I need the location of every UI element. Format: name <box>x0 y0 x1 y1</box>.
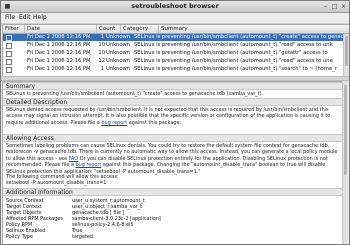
close-icon[interactable]: × <box>340 3 347 10</box>
menu-bar: File Edit Help <box>1 13 349 24</box>
detail-pane: Summary SELinux is preventing /usr/bin/s… <box>2 81 344 244</box>
table-row[interactable]: Fri Dec 1 2006 12:16 PM 10 Unknown SELin… <box>3 50 343 57</box>
allowing-access-header: Allowing Access <box>3 134 343 142</box>
column-count[interactable]: Count <box>97 25 121 33</box>
description-text-part: against this package. <box>128 119 182 126</box>
row-count: 1 <box>100 66 104 72</box>
summary-text: SELinux is preventing /usr/bin/smbclient… <box>6 91 264 97</box>
row-count: 10 <box>98 50 105 56</box>
table-row[interactable]: Fri Dec 1 2006 12:16 PM 1 Unknown SELinu… <box>3 66 343 73</box>
title-bar[interactable]: ■ setroubleshoot browser – □ × <box>1 1 349 13</box>
column-filter[interactable]: Filter <box>3 25 25 33</box>
description-text: SELinux denied access requested by /usr/… <box>6 107 340 126</box>
row-summary: SELinux is preventing /usr/bin/smbclient… <box>134 66 337 72</box>
table-row[interactable]: Fri Dec 1 2006 12:16 PM 10 Unknown SELin… <box>3 42 343 49</box>
row-date: Fri Dec 1 2006 12:16 PM <box>27 34 91 40</box>
table-scrollbar-thumb[interactable] <box>345 36 348 66</box>
row-summary: SELinux is preventing /usr/bin/smbclient… <box>134 50 328 56</box>
filter-checkbox[interactable] <box>6 59 12 65</box>
detail-scrollbar[interactable] <box>342 81 348 243</box>
column-date[interactable]: Date <box>25 25 97 33</box>
row-summary: SELinux is preventing /usr/bin/smbclient… <box>134 42 333 48</box>
setroubleshoot-window: ■ setroubleshoot browser – □ × File Edit… <box>0 0 350 245</box>
maximize-icon[interactable]: □ <box>331 3 338 10</box>
row-summary: SELinux is preventing /usr/bin/smbclient… <box>134 34 343 40</box>
info-key: Policy Type <box>6 234 33 240</box>
row-count: 1 <box>100 34 104 40</box>
row-count: 10 <box>98 42 105 48</box>
minimize-icon[interactable]: – <box>322 3 329 10</box>
filter-checkbox[interactable] <box>6 67 12 73</box>
additional-info-header: Additional Information <box>3 188 343 196</box>
row-date: Fri Dec 1 2006 12:16 PM <box>27 50 91 56</box>
table-header: Filter Date Count Category Summary <box>3 25 349 34</box>
menu-file[interactable]: File <box>5 14 15 22</box>
info-value: targeted <box>72 234 93 240</box>
row-date: Fri Dec 1 2006 12:16 PM <box>27 58 91 64</box>
menu-edit[interactable]: Edit <box>19 14 31 22</box>
command-text: setsebool -P automount_disable_trans=1 <box>6 180 107 186</box>
description-header: Detailed Description <box>3 98 343 106</box>
alert-table: Filter Date Count Category Summary Fri D… <box>2 24 349 77</box>
row-date: Fri Dec 1 2006 12:16 PM <box>27 42 91 48</box>
column-summary[interactable]: Summary <box>159 25 349 33</box>
row-count: 12 <box>98 58 105 64</box>
table-row[interactable]: Fri Dec 1 2006 12:16 PM 12 Unknown SELin… <box>3 58 343 65</box>
filter-checkbox[interactable] <box>6 51 12 57</box>
row-date: Fri Dec 1 2006 12:16 PM <box>27 66 91 72</box>
faq-link[interactable]: FAQ <box>69 156 78 162</box>
filter-checkbox[interactable] <box>6 43 12 49</box>
detail-scrollbar-thumb[interactable] <box>344 85 347 175</box>
menu-help[interactable]: Help <box>33 14 47 22</box>
summary-header: Summary <box>3 82 343 90</box>
allowing-access-text: Sometimes labeling problems can cause SE… <box>6 143 340 175</box>
filter-checkbox[interactable] <box>6 35 12 41</box>
bug-report-link[interactable]: bug report <box>101 120 127 126</box>
column-category[interactable]: Category <box>121 25 159 33</box>
table-scrollbar[interactable] <box>343 34 349 76</box>
bug-report-link-2[interactable]: bug report <box>76 162 102 168</box>
window-title: setroubleshoot browser <box>131 2 219 10</box>
table-row[interactable]: Fri Dec 1 2006 12:16 PM 1 Unknown SELinu… <box>3 34 343 41</box>
row-summary: SELinux is preventing /usr/bin/smbclient… <box>134 58 333 64</box>
